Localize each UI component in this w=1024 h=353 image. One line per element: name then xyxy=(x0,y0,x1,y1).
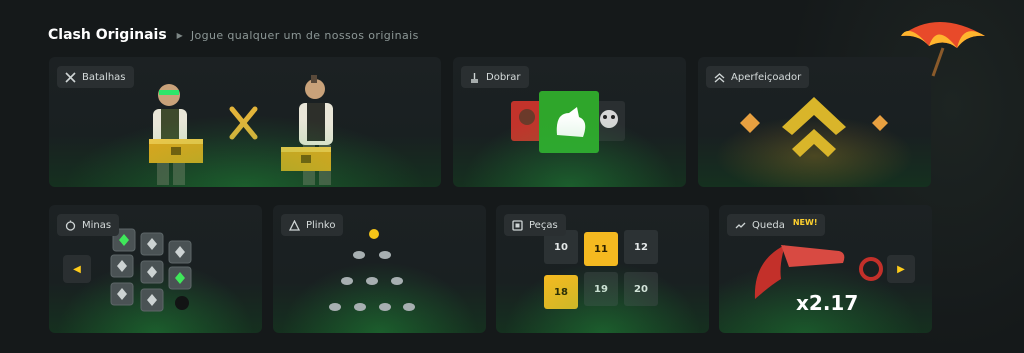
tile-highlighted: 18 xyxy=(544,275,578,309)
card-tag: Batalhas xyxy=(57,66,134,88)
diamond-left xyxy=(740,113,760,133)
tile: 12 xyxy=(624,230,658,264)
card-tag: Peças xyxy=(504,214,566,236)
arrow-right-icon: ▶ xyxy=(176,30,183,40)
caret-left-icon: ◀ xyxy=(73,263,81,275)
diamond-right xyxy=(872,115,888,131)
new-badge: NEW! xyxy=(792,217,818,227)
trend-down-icon xyxy=(735,220,746,231)
chevrons-up-icon xyxy=(714,72,725,83)
crate-left xyxy=(149,139,203,163)
crossed-swords-icon xyxy=(65,71,76,83)
section-subtitle: Jogue qualquer um de nossos originais xyxy=(190,28,419,42)
card-tag: Dobrar xyxy=(461,66,529,88)
upgrade-chevrons xyxy=(782,97,846,157)
section-header: Clash Originais ▶ Jogue qualquer um de n… xyxy=(48,27,419,43)
prev-button[interactable]: ◀ xyxy=(63,255,91,283)
card-batalhas[interactable]: Batalhas xyxy=(49,57,441,187)
card-plinko[interactable]: Plinko xyxy=(273,205,486,333)
tile-highlighted: 11 xyxy=(584,232,618,266)
plinko-ball xyxy=(369,229,379,239)
card-pecas[interactable]: Peças 10 11 12 18 19 20 xyxy=(496,205,709,333)
triangle-dots-icon xyxy=(289,219,300,231)
next-button[interactable]: ▶ xyxy=(887,255,915,283)
card-label: Queda xyxy=(752,219,785,231)
crossed-swords-graphic xyxy=(229,106,258,140)
card-label: Dobrar xyxy=(486,71,521,83)
card-label: Aperfeiçoador xyxy=(731,71,802,83)
tile-icon xyxy=(512,219,523,231)
card-label: Minas xyxy=(82,219,112,231)
player-left-figure xyxy=(153,84,187,185)
card-tag: Minas xyxy=(57,214,120,236)
caret-right-icon: ▶ xyxy=(897,263,905,275)
mine-icon xyxy=(65,220,76,231)
card-tag: Aperfeiçoador xyxy=(706,66,810,88)
crate-right xyxy=(281,147,331,171)
card-tag: Queda NEW! xyxy=(727,214,826,236)
card-label: Peças xyxy=(529,219,558,231)
tile: 19 xyxy=(584,272,618,306)
double-arrow-icon xyxy=(469,72,480,83)
card-label: Plinko xyxy=(306,219,336,231)
tile: 20 xyxy=(624,272,658,306)
card-minas[interactable]: Minas ◀ xyxy=(49,205,262,333)
card-dobrar[interactable]: Dobrar xyxy=(453,57,686,187)
card-aperfeicoador[interactable]: Aperfeiçoador xyxy=(698,57,931,187)
card-label: Batalhas xyxy=(82,71,126,83)
crash-multiplier: x2.17 xyxy=(796,291,859,315)
section-title: Clash Originais xyxy=(48,27,167,43)
card-queda[interactable]: Queda NEW! x2.17 ▶ xyxy=(719,205,932,333)
card-tag: Plinko xyxy=(281,214,344,236)
bomb-graphic xyxy=(175,296,189,310)
